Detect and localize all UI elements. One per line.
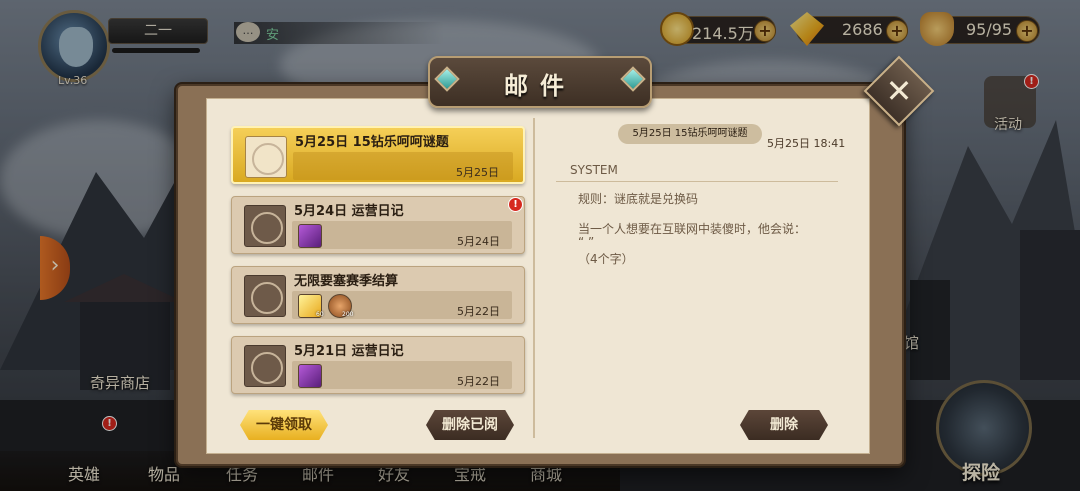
- pane-divider: [533, 118, 535, 438]
- delete-read-button[interactable]: 删除已阅: [426, 410, 514, 440]
- claim-all-button[interactable]: 一键领取: [240, 410, 328, 440]
- mail-date: 5月22日: [457, 375, 500, 388]
- mail-sender: SYSTEM: [570, 163, 618, 177]
- envelope-icon: [244, 205, 286, 247]
- mail-title: 5月21日 运营日记: [294, 344, 404, 359]
- mail-date: 5月24日: [457, 235, 500, 248]
- attachment-count: 60: [316, 311, 324, 318]
- purple-card-icon[interactable]: [298, 224, 322, 248]
- mail-item[interactable]: 5月25日 15钻乐呵呵谜题 5月25日: [231, 126, 525, 184]
- mail-date: 5月22日: [457, 305, 500, 318]
- mail-alert-icon: !: [508, 197, 523, 212]
- mail-item[interactable]: 无限要塞赛季结算 60 200 5月22日: [231, 266, 525, 324]
- mail-item[interactable]: 5月24日 运营日记 5月24日: [231, 196, 525, 254]
- mail-title: 无限要塞赛季结算: [294, 274, 399, 289]
- mail-date: 5月25日: [456, 166, 499, 179]
- mail-item[interactable]: 5月21日 运营日记 5月22日: [231, 336, 525, 394]
- mail-body-line: 当一个人想要在互联网中装傻时，他会说：: [578, 222, 807, 236]
- mail-body-line: 规则：谜底就是兑换码: [578, 192, 699, 206]
- mail-body-line: “ ”: [578, 235, 595, 249]
- mail-body-line: （4个字）: [578, 252, 634, 266]
- delete-button[interactable]: 删除: [740, 410, 828, 440]
- mail-title: 5月24日 运营日记: [294, 204, 404, 219]
- close-icon[interactable]: ✕: [874, 68, 924, 114]
- attachment-count: 200: [342, 311, 354, 318]
- sender-divider: [556, 181, 838, 182]
- mail-datetime: 5月25日 18:41: [767, 137, 846, 150]
- envelope-open-icon: [245, 136, 287, 178]
- mail-title: 5月25日 15钻乐呵呵谜题: [295, 135, 449, 150]
- dialog-title: 邮件: [504, 72, 576, 100]
- envelope-open-icon: [244, 275, 286, 317]
- envelope-open-icon: [244, 345, 286, 387]
- purple-card-icon[interactable]: [298, 364, 322, 388]
- mail-subject: 5月25日 15钻乐呵呵谜题: [618, 124, 762, 144]
